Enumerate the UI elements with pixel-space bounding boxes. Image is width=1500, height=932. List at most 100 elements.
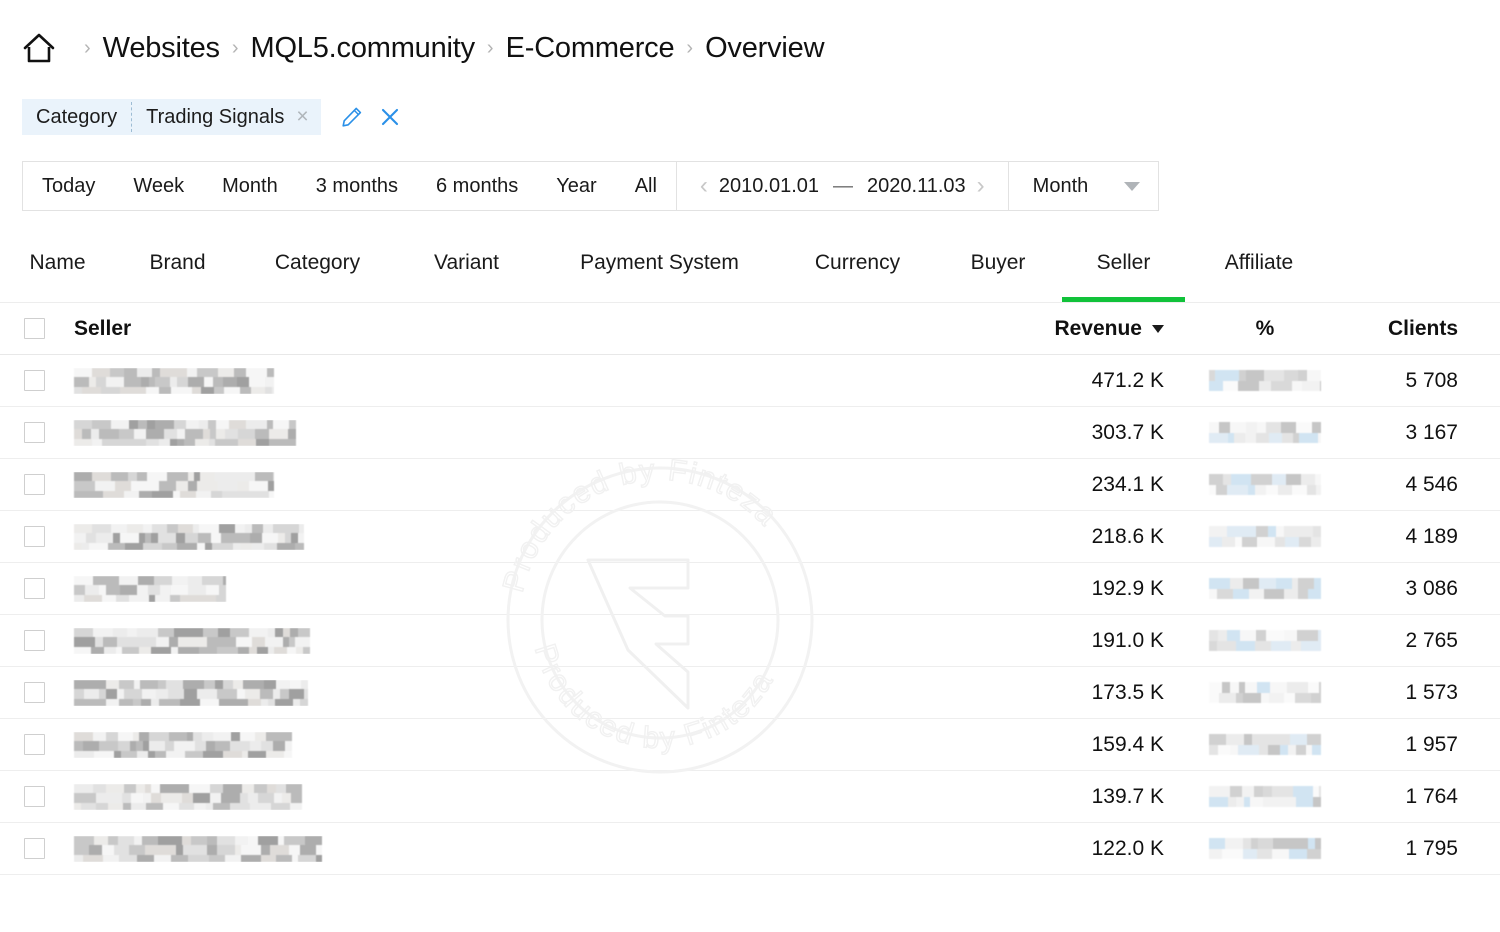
table-header-row: Seller Revenue % Clients	[0, 303, 1500, 355]
cell-revenue: 139.7 K	[960, 785, 1170, 809]
row-checkbox[interactable]	[24, 786, 45, 807]
period-presets: Today Week Month 3 months 6 months Year …	[23, 162, 676, 210]
row-select-cell	[0, 838, 68, 859]
cell-clients: 1 957	[1360, 733, 1500, 757]
cell-seller-name[interactable]	[68, 836, 960, 862]
column-header-seller[interactable]: Seller	[68, 317, 960, 341]
row-select-cell	[0, 526, 68, 547]
table-row[interactable]: 139.7 K 1 764	[0, 771, 1500, 823]
row-checkbox[interactable]	[24, 682, 45, 703]
date-range-picker[interactable]: ‹ 2010.01.01 — 2020.11.03 ›	[677, 162, 1008, 210]
row-checkbox[interactable]	[24, 474, 45, 495]
cell-seller-name[interactable]	[68, 472, 960, 498]
cell-seller-name[interactable]	[68, 420, 960, 446]
cell-percent	[1170, 630, 1360, 651]
table-row[interactable]: 192.9 K3 086	[0, 563, 1500, 615]
tab-brand: Brand	[115, 243, 240, 302]
cell-revenue: 122.0 K	[960, 837, 1170, 861]
tab-variant: Variant	[395, 243, 538, 302]
row-checkbox[interactable]	[24, 734, 45, 755]
cell-revenue: 192.9 K	[960, 577, 1170, 601]
row-checkbox[interactable]	[24, 838, 45, 859]
granularity-select[interactable]: Month	[1009, 162, 1159, 210]
filter-bar: Category Trading Signals ×	[22, 99, 401, 135]
period-all[interactable]: All	[616, 162, 676, 210]
chevron-down-icon	[1124, 182, 1140, 191]
row-checkbox[interactable]	[24, 526, 45, 547]
cell-percent	[1170, 838, 1360, 859]
cell-clients: 4 189	[1360, 525, 1500, 549]
filter-chip-remove-icon[interactable]: ×	[292, 99, 320, 135]
tab-label: Name	[29, 249, 85, 276]
table-row[interactable]: 122.0 K1 795	[0, 823, 1500, 875]
cell-revenue: 303.7 K	[960, 421, 1170, 445]
breadcrumb-separator-2: ›	[487, 31, 494, 65]
cell-revenue: 218.6 K	[960, 525, 1170, 549]
cell-seller-name[interactable]	[68, 732, 960, 758]
select-all-cell	[0, 318, 68, 339]
date-from: 2010.01.01	[719, 175, 819, 198]
period-3-months[interactable]: 3 months	[297, 162, 417, 210]
cell-revenue: 234.1 K	[960, 473, 1170, 497]
period-today[interactable]: Today	[23, 162, 114, 210]
cell-seller-name[interactable]	[68, 784, 960, 810]
cell-seller-name[interactable]	[68, 576, 960, 602]
tab-seller: Seller	[1062, 243, 1185, 302]
date-to: 2020.11.03	[867, 175, 966, 198]
row-checkbox[interactable]	[24, 630, 45, 651]
row-checkbox[interactable]	[24, 370, 45, 391]
cell-percent	[1170, 578, 1360, 599]
table-row[interactable]: 471.2 K5 708	[0, 355, 1500, 407]
home-icon[interactable]	[22, 31, 72, 65]
granularity-label: Month	[1033, 175, 1089, 198]
table-row[interactable]: 234.1 K4 546	[0, 459, 1500, 511]
cell-revenue: 159.4 K	[960, 733, 1170, 757]
breadcrumb-separator-3: ›	[686, 31, 693, 65]
table-row[interactable]: 218.6 K 4 189	[0, 511, 1500, 563]
table-row[interactable]: 173.5 K1 573	[0, 667, 1500, 719]
close-icon[interactable]	[379, 106, 401, 128]
table-row[interactable]: 303.7 K3 167	[0, 407, 1500, 459]
tab-affiliate: Affiliate	[1185, 243, 1333, 302]
row-select-cell	[0, 578, 68, 599]
breadcrumb-item-websites[interactable]: Websites	[103, 31, 220, 65]
row-select-cell	[0, 786, 68, 807]
tab-payment-system: Payment System	[538, 243, 781, 302]
tab-label: Payment System	[580, 249, 739, 276]
row-checkbox[interactable]	[24, 422, 45, 443]
cell-seller-name[interactable]	[68, 524, 960, 550]
cell-percent	[1170, 422, 1360, 443]
period-week[interactable]: Week	[114, 162, 203, 210]
breadcrumb-item-overview[interactable]: Overview	[705, 31, 824, 65]
column-header-revenue-label: Revenue	[1054, 317, 1142, 341]
column-header-clients[interactable]: Clients	[1360, 317, 1500, 341]
tab-name: Name	[0, 243, 115, 302]
cell-seller-name[interactable]	[68, 368, 960, 394]
breadcrumb: › Websites › MQL5.community › E-Commerce…	[22, 22, 824, 74]
cell-clients: 1 764	[1360, 785, 1500, 809]
breadcrumb-item-mql5-community[interactable]: MQL5.community	[250, 31, 474, 65]
table-row[interactable]: 159.4 K 1 957	[0, 719, 1500, 771]
table-row[interactable]: 191.0 K2 765	[0, 615, 1500, 667]
cell-seller-name[interactable]	[68, 680, 960, 706]
cell-seller-name[interactable]	[68, 628, 960, 654]
row-checkbox[interactable]	[24, 578, 45, 599]
date-prev-icon[interactable]: ‹	[691, 174, 717, 198]
breadcrumb-separator-0: ›	[84, 31, 91, 65]
sort-descending-icon	[1152, 325, 1164, 333]
period-year[interactable]: Year	[537, 162, 615, 210]
column-header-percent[interactable]: %	[1170, 317, 1360, 341]
cell-clients: 1 573	[1360, 681, 1500, 705]
cell-percent	[1170, 370, 1360, 391]
period-6-months[interactable]: 6 months	[417, 162, 537, 210]
select-all-checkbox[interactable]	[24, 318, 45, 339]
filter-chip[interactable]: Category Trading Signals ×	[22, 99, 321, 135]
cell-revenue: 471.2 K	[960, 369, 1170, 393]
row-select-cell	[0, 370, 68, 391]
breadcrumb-item-e-commerce[interactable]: E-Commerce	[506, 31, 675, 65]
pencil-icon[interactable]	[341, 106, 363, 128]
date-next-icon[interactable]: ›	[968, 174, 994, 198]
period-month[interactable]: Month	[203, 162, 297, 210]
row-select-cell	[0, 734, 68, 755]
column-header-revenue[interactable]: Revenue	[960, 317, 1170, 341]
